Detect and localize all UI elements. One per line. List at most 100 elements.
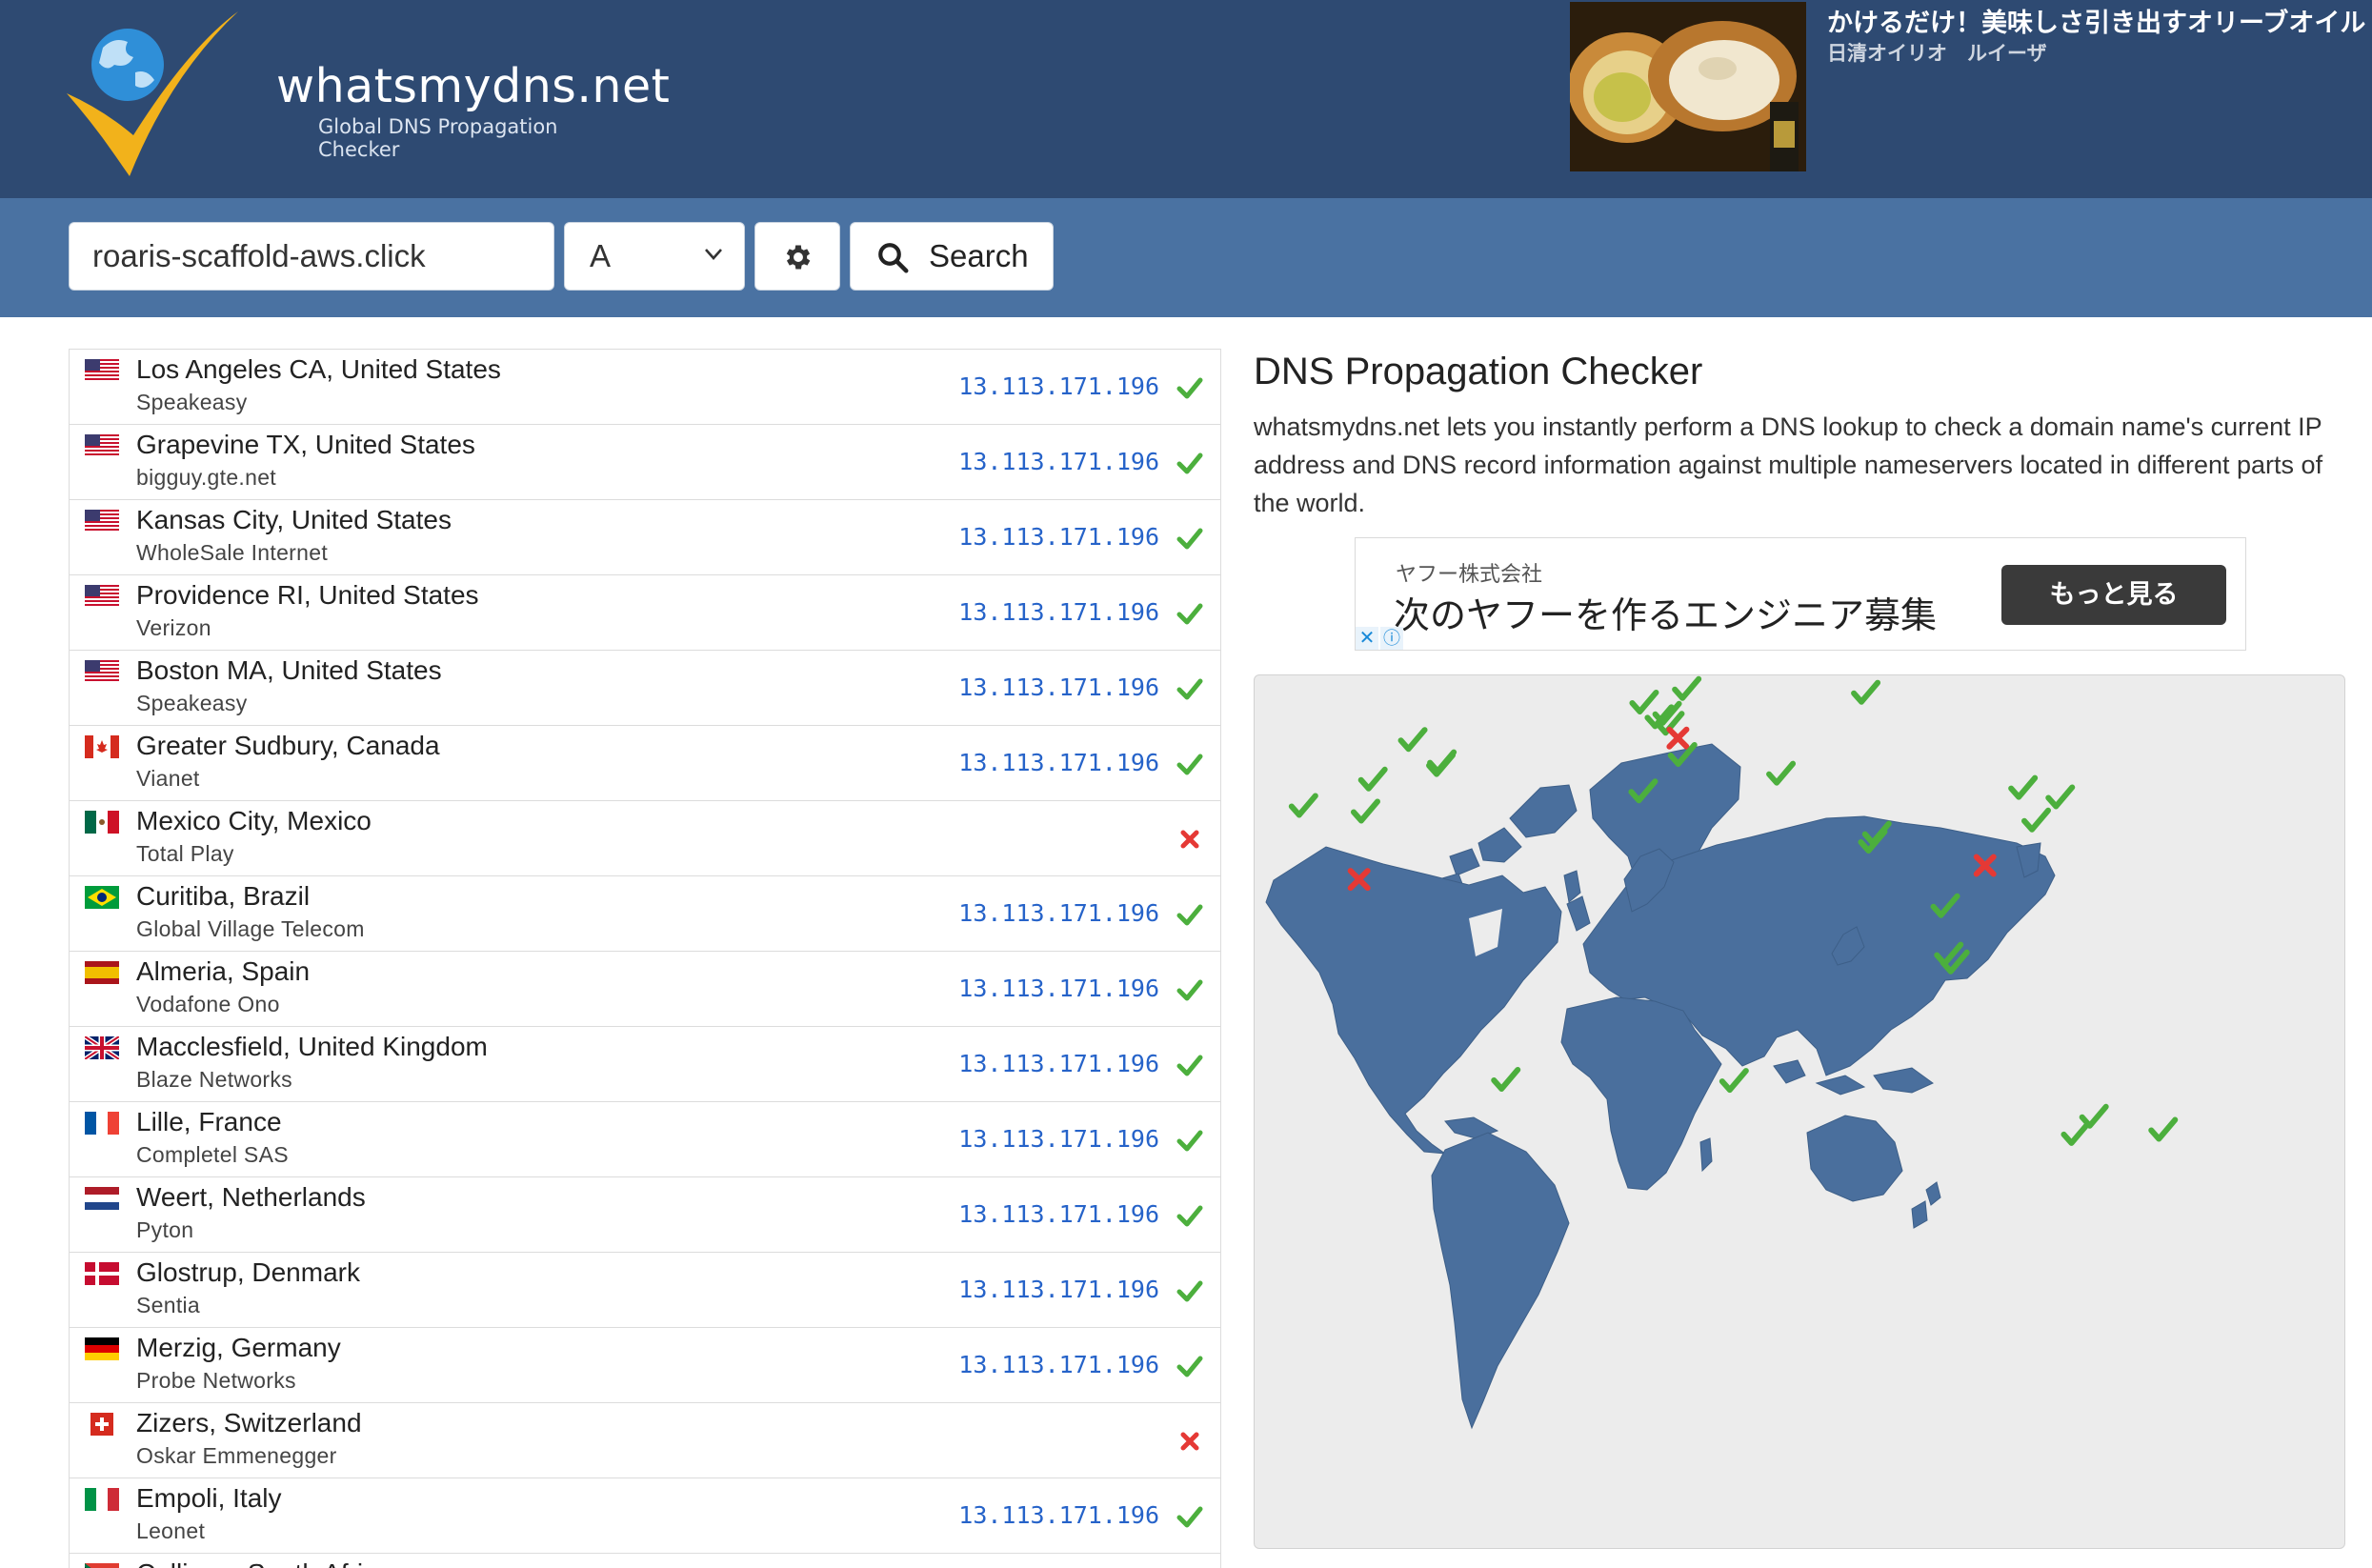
result-location: Cullinan, South Africa bbox=[136, 1558, 392, 1568]
flag-us-icon bbox=[85, 434, 119, 457]
map-check-marker[interactable] bbox=[1629, 689, 1659, 714]
result-row[interactable]: Cullinan, South Africa13.113.171.196 bbox=[70, 1554, 1220, 1568]
result-location: Lille, France bbox=[136, 1107, 282, 1136]
ad-info-icon[interactable]: ⓘ bbox=[1380, 627, 1403, 650]
check-icon bbox=[1176, 1127, 1203, 1154]
check-icon bbox=[1176, 1503, 1203, 1530]
result-ip[interactable]: 13.113.171.196 bbox=[958, 523, 1159, 551]
ad-bread-image[interactable] bbox=[1570, 2, 1806, 171]
result-location: Zizers, Switzerland bbox=[136, 1408, 362, 1437]
check-icon bbox=[1176, 600, 1203, 627]
map-check-marker[interactable] bbox=[1672, 675, 1702, 701]
map-cross-marker[interactable] bbox=[1666, 726, 1690, 750]
result-provider: WholeSale Internet bbox=[136, 540, 329, 565]
map-check-marker[interactable] bbox=[1288, 793, 1318, 818]
site-logo[interactable]: whatsmydns.net Global DNS Propagation Ch… bbox=[65, 10, 670, 176]
check-icon bbox=[1176, 751, 1203, 777]
gear-icon bbox=[786, 245, 811, 270]
ad-close-icon[interactable]: ✕ bbox=[1356, 627, 1378, 650]
map-check-marker[interactable] bbox=[1397, 727, 1428, 753]
result-row[interactable]: Grapevine TX, United States bigguy.gte.ne… bbox=[70, 425, 1220, 500]
map-check-marker[interactable] bbox=[1357, 766, 1388, 792]
inline-ad-headline[interactable]: 次のヤフーを作るエンジニア募集 bbox=[1394, 586, 1937, 638]
record-type-select[interactable]: A bbox=[564, 222, 745, 291]
result-ip[interactable]: 13.113.171.196 bbox=[958, 372, 1159, 400]
result-row[interactable]: Kansas City, United States WholeSale Inte… bbox=[70, 500, 1220, 575]
cross-icon bbox=[1176, 1428, 1203, 1455]
inline-ad[interactable]: ヤフー株式会社 次のヤフーを作るエンジニア募集 もっと見る ✕ ⓘ bbox=[1355, 537, 2246, 651]
continents bbox=[1265, 743, 2056, 1430]
result-row[interactable]: Boston MA, United States Speakeasy 13.113.… bbox=[70, 651, 1220, 726]
result-ip[interactable]: 13.113.171.196 bbox=[958, 1276, 1159, 1303]
map-check-marker[interactable] bbox=[2060, 1120, 2091, 1146]
result-ip[interactable]: 13.113.171.196 bbox=[958, 1501, 1159, 1529]
search-icon bbox=[878, 243, 909, 273]
result-location: Mexico City, Mexico bbox=[136, 806, 372, 835]
settings-button[interactable] bbox=[754, 222, 840, 291]
check-icon bbox=[1176, 450, 1203, 476]
result-row[interactable]: Almeria, Spain Vodafone Ono 13.113.171.196 bbox=[70, 952, 1220, 1027]
result-row[interactable]: Lille, France Completel SAS 13.113.171.196 bbox=[70, 1102, 1220, 1177]
result-ip[interactable]: 13.113.171.196 bbox=[958, 673, 1159, 701]
result-provider: Completel SAS bbox=[136, 1142, 289, 1167]
top-ad-headline[interactable]: かけるだけ！美味しさ引き出すオリーブオイル bbox=[1827, 2, 2365, 39]
flag-mx-icon bbox=[85, 811, 119, 834]
result-provider: Vianet bbox=[136, 766, 200, 791]
result-provider: Speakeasy bbox=[136, 691, 248, 715]
map-check-marker[interactable] bbox=[2045, 784, 2076, 810]
map-check-marker[interactable] bbox=[1851, 679, 1881, 705]
result-provider: Global Village Telecom bbox=[136, 916, 365, 941]
result-provider: bigguy.gte.net bbox=[136, 465, 276, 490]
result-row[interactable]: Glostrup, Denmark Sentia 13.113.171.196 bbox=[70, 1253, 1220, 1328]
result-row[interactable]: Weert, Netherlands Pyton 13.113.171.196 bbox=[70, 1177, 1220, 1253]
result-location: Macclesfield, United Kingdom bbox=[136, 1032, 488, 1061]
result-row[interactable]: Curitiba, Brazil Global Village Telecom 13… bbox=[70, 876, 1220, 952]
map-check-marker[interactable] bbox=[2148, 1116, 2179, 1142]
map-check-marker[interactable] bbox=[1719, 1068, 1749, 1094]
result-ip[interactable]: 13.113.171.196 bbox=[958, 1351, 1159, 1378]
result-ip[interactable]: 13.113.171.196 bbox=[958, 975, 1159, 1002]
result-row[interactable]: Macclesfield, United Kingdom Blaze Networ… bbox=[70, 1027, 1220, 1102]
flag-us-icon bbox=[85, 359, 119, 382]
check-icon bbox=[1176, 1202, 1203, 1229]
map-check-marker[interactable] bbox=[2008, 774, 2039, 800]
map-check-marker[interactable] bbox=[1491, 1066, 1521, 1092]
flag-de-icon bbox=[85, 1337, 119, 1360]
top-ad-advertiser[interactable]: 日清オイリオ ルイーザ bbox=[1827, 38, 2047, 67]
result-ip[interactable]: 13.113.171.196 bbox=[958, 1050, 1159, 1077]
result-provider: Vodafone Ono bbox=[136, 992, 280, 1016]
logo-title: whatsmydns.net bbox=[276, 59, 671, 113]
result-location: Curitiba, Brazil bbox=[136, 881, 311, 911]
search-button[interactable]: Search bbox=[850, 222, 1054, 291]
map-check-marker[interactable] bbox=[1766, 760, 1797, 786]
result-row[interactable]: Empoli, Italy Leonet 13.113.171.196 bbox=[70, 1478, 1220, 1554]
inline-ad-cta-button[interactable]: もっと見る bbox=[2001, 565, 2226, 625]
cross-icon bbox=[1176, 826, 1203, 853]
domain-input[interactable]: roaris-scaffold-aws.click bbox=[69, 222, 554, 291]
result-ip[interactable]: 13.113.171.196 bbox=[958, 749, 1159, 776]
result-row[interactable]: Mexico City, Mexico Total Play bbox=[70, 801, 1220, 876]
result-row[interactable]: Los Angeles CA, United States Speakeasy 13… bbox=[70, 350, 1220, 425]
flag-fr-icon bbox=[85, 1112, 119, 1135]
result-location: Greater Sudbury, Canada bbox=[136, 731, 440, 760]
result-row[interactable]: Providence RI, United States Verizon 13.11… bbox=[70, 575, 1220, 651]
check-icon bbox=[1176, 525, 1203, 552]
result-location: Empoli, Italy bbox=[136, 1483, 282, 1513]
world-map[interactable] bbox=[1254, 674, 2345, 1549]
result-ip[interactable]: 13.113.171.196 bbox=[958, 448, 1159, 475]
result-row[interactable]: Zizers, Switzerland Oskar Emmenegger bbox=[70, 1403, 1220, 1478]
top-ad-banner[interactable]: かけるだけ！美味しさ引き出すオリーブオイル 日清オイリオ ルイーザ bbox=[1570, 0, 2372, 171]
result-ip[interactable]: 13.113.171.196 bbox=[958, 1125, 1159, 1153]
flag-br-icon bbox=[85, 886, 119, 909]
map-check-marker[interactable] bbox=[2021, 807, 2052, 833]
result-ip[interactable]: 13.113.171.196 bbox=[958, 899, 1159, 927]
result-ip[interactable]: 13.113.171.196 bbox=[958, 1200, 1159, 1228]
record-type-value: A bbox=[590, 238, 612, 273]
flag-za-icon bbox=[85, 1563, 119, 1568]
result-provider: Speakeasy bbox=[136, 390, 248, 414]
result-ip[interactable]: 13.113.171.196 bbox=[958, 598, 1159, 626]
result-row[interactable]: Greater Sudbury, Canada Vianet 13.113.171.… bbox=[70, 726, 1220, 801]
map-check-marker[interactable] bbox=[1350, 798, 1380, 824]
result-row[interactable]: Merzig, Germany Probe Networks 13.113.171.… bbox=[70, 1328, 1220, 1403]
chevron-down-icon bbox=[705, 249, 722, 260]
